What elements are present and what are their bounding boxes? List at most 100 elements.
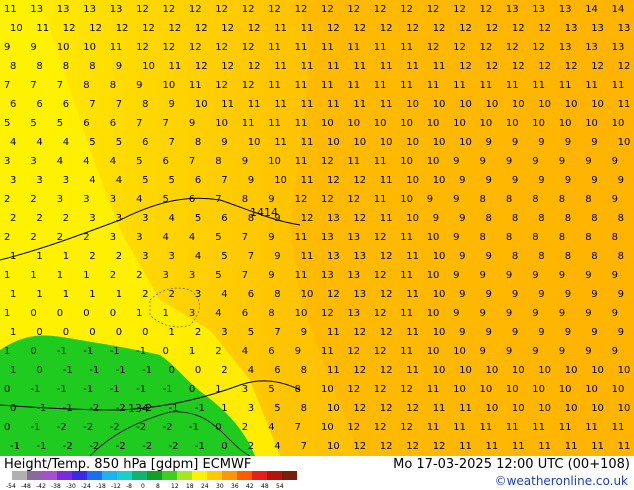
scale-swatch	[102, 471, 117, 480]
temperature-label: 0	[63, 327, 69, 338]
temperature-label: 1	[89, 289, 95, 300]
temperature-label: 3	[136, 232, 142, 243]
temperature-label: 9	[453, 194, 459, 205]
temperature-label: 4	[163, 232, 169, 243]
temperature-label: -1	[136, 346, 146, 357]
temperature-label: -1	[169, 403, 179, 414]
temperature-label: 8	[36, 61, 42, 72]
temperature-label: 8	[268, 308, 274, 319]
temperature-label: 1	[83, 270, 89, 281]
temperature-label: 1	[10, 365, 16, 376]
temperature-label: 13	[559, 4, 572, 15]
temperature-label: 11	[189, 80, 202, 91]
temperature-label: 10	[565, 403, 578, 414]
temperature-label: 5	[116, 137, 122, 148]
temperature-label: 12	[433, 23, 446, 34]
temperature-label: 9	[221, 137, 227, 148]
scale-swatch	[87, 471, 102, 480]
temperature-label: 14	[585, 4, 598, 15]
temperature-label: 4	[136, 194, 142, 205]
temperature-label: 9	[301, 327, 307, 338]
temperature-label: 1	[30, 270, 36, 281]
temperature-label: 6	[268, 346, 274, 357]
temperature-label: 7	[242, 270, 248, 281]
temperature-label: 6	[189, 194, 195, 205]
temperature-label: 12	[453, 42, 466, 53]
temperature-label: 10	[406, 213, 419, 224]
temperature-label: 9	[591, 137, 597, 148]
temperature-label: 12	[512, 61, 525, 72]
temperature-label: 7	[30, 80, 36, 91]
temperature-label: 0	[36, 365, 42, 376]
scale-tick-label: 48	[261, 483, 269, 490]
temperature-label: -1	[110, 384, 120, 395]
temperature-label: 4	[221, 289, 227, 300]
temperature-label: 4	[36, 137, 42, 148]
temperature-label: 12	[295, 194, 308, 205]
temperature-label: 3	[189, 308, 195, 319]
temperature-label: 0	[116, 327, 122, 338]
temperature-label: 8	[215, 156, 221, 167]
temperature-label: 10	[400, 118, 413, 129]
temperature-label: 4	[89, 175, 95, 186]
temperature-label: 11	[301, 137, 314, 148]
chart-title: Height/Temp. 850 hPa [gdpm] ECMWF	[4, 457, 252, 472]
temperature-label: 12	[406, 403, 419, 414]
temperature-label: 8	[242, 194, 248, 205]
temperature-label: -1	[30, 422, 40, 433]
temperature-label: 12	[406, 23, 419, 34]
temperature-label: 11	[268, 80, 281, 91]
temperature-label: 0	[89, 327, 95, 338]
temperature-label: 11	[585, 80, 598, 91]
temperature-label: 4	[83, 156, 89, 167]
temperature-label: 10	[506, 118, 519, 129]
temperature-label: 6	[195, 175, 201, 186]
temperature-label: 9	[248, 175, 254, 186]
temperature-label: 7	[89, 99, 95, 110]
temperature-label: 11	[321, 42, 334, 53]
temperature-label: 12	[136, 42, 149, 53]
temperature-label: 8	[591, 213, 597, 224]
temperature-label: 5	[57, 118, 63, 129]
temperature-label: 10	[10, 23, 23, 34]
temperature-label: 10	[453, 118, 466, 129]
temperature-label: 3	[248, 403, 254, 414]
temperature-label: 2	[248, 441, 254, 452]
temperature-label: -1	[83, 384, 93, 395]
temperature-label: 5	[215, 232, 221, 243]
temperature-label: 2	[169, 289, 175, 300]
temperature-label: 10	[83, 42, 96, 53]
temperature-label: 6	[142, 137, 148, 148]
scale-swatch	[267, 471, 282, 480]
temperature-label: 1	[163, 308, 169, 319]
temperature-label: 11	[268, 42, 281, 53]
temperature-label: 11	[221, 99, 234, 110]
temperature-label: 11	[295, 118, 308, 129]
temperature-label: -1	[89, 365, 99, 376]
temperature-label: 9	[486, 137, 492, 148]
temperature-label: 10	[453, 346, 466, 357]
temperature-label: 4	[116, 175, 122, 186]
temperature-label: 3	[169, 251, 175, 262]
scale-swatch	[132, 471, 147, 480]
temperature-label: 11	[274, 23, 287, 34]
temperature-label: 1	[116, 289, 122, 300]
temperature-label: 8	[559, 194, 565, 205]
temperature-label: 13	[347, 308, 360, 319]
temperature-label: 12	[353, 441, 366, 452]
temperature-label: 8	[506, 194, 512, 205]
temperature-label: 5	[142, 175, 148, 186]
temperature-label: 8	[532, 194, 538, 205]
temperature-label: 12	[248, 23, 261, 34]
temperature-label: 12	[116, 23, 129, 34]
scale-tick-label: 24	[201, 483, 209, 490]
temperature-label: 11	[301, 251, 314, 262]
temperature-label: 11	[374, 156, 387, 167]
credit-link[interactable]: ©weatheronline.co.uk	[495, 474, 628, 488]
temperature-label: 10	[374, 118, 387, 129]
temperature-label: 9	[618, 175, 624, 186]
temperature-label: 0	[189, 384, 195, 395]
temperature-label: 11	[353, 99, 366, 110]
scale-swatch	[42, 471, 57, 480]
temperature-label: 2	[116, 251, 122, 262]
